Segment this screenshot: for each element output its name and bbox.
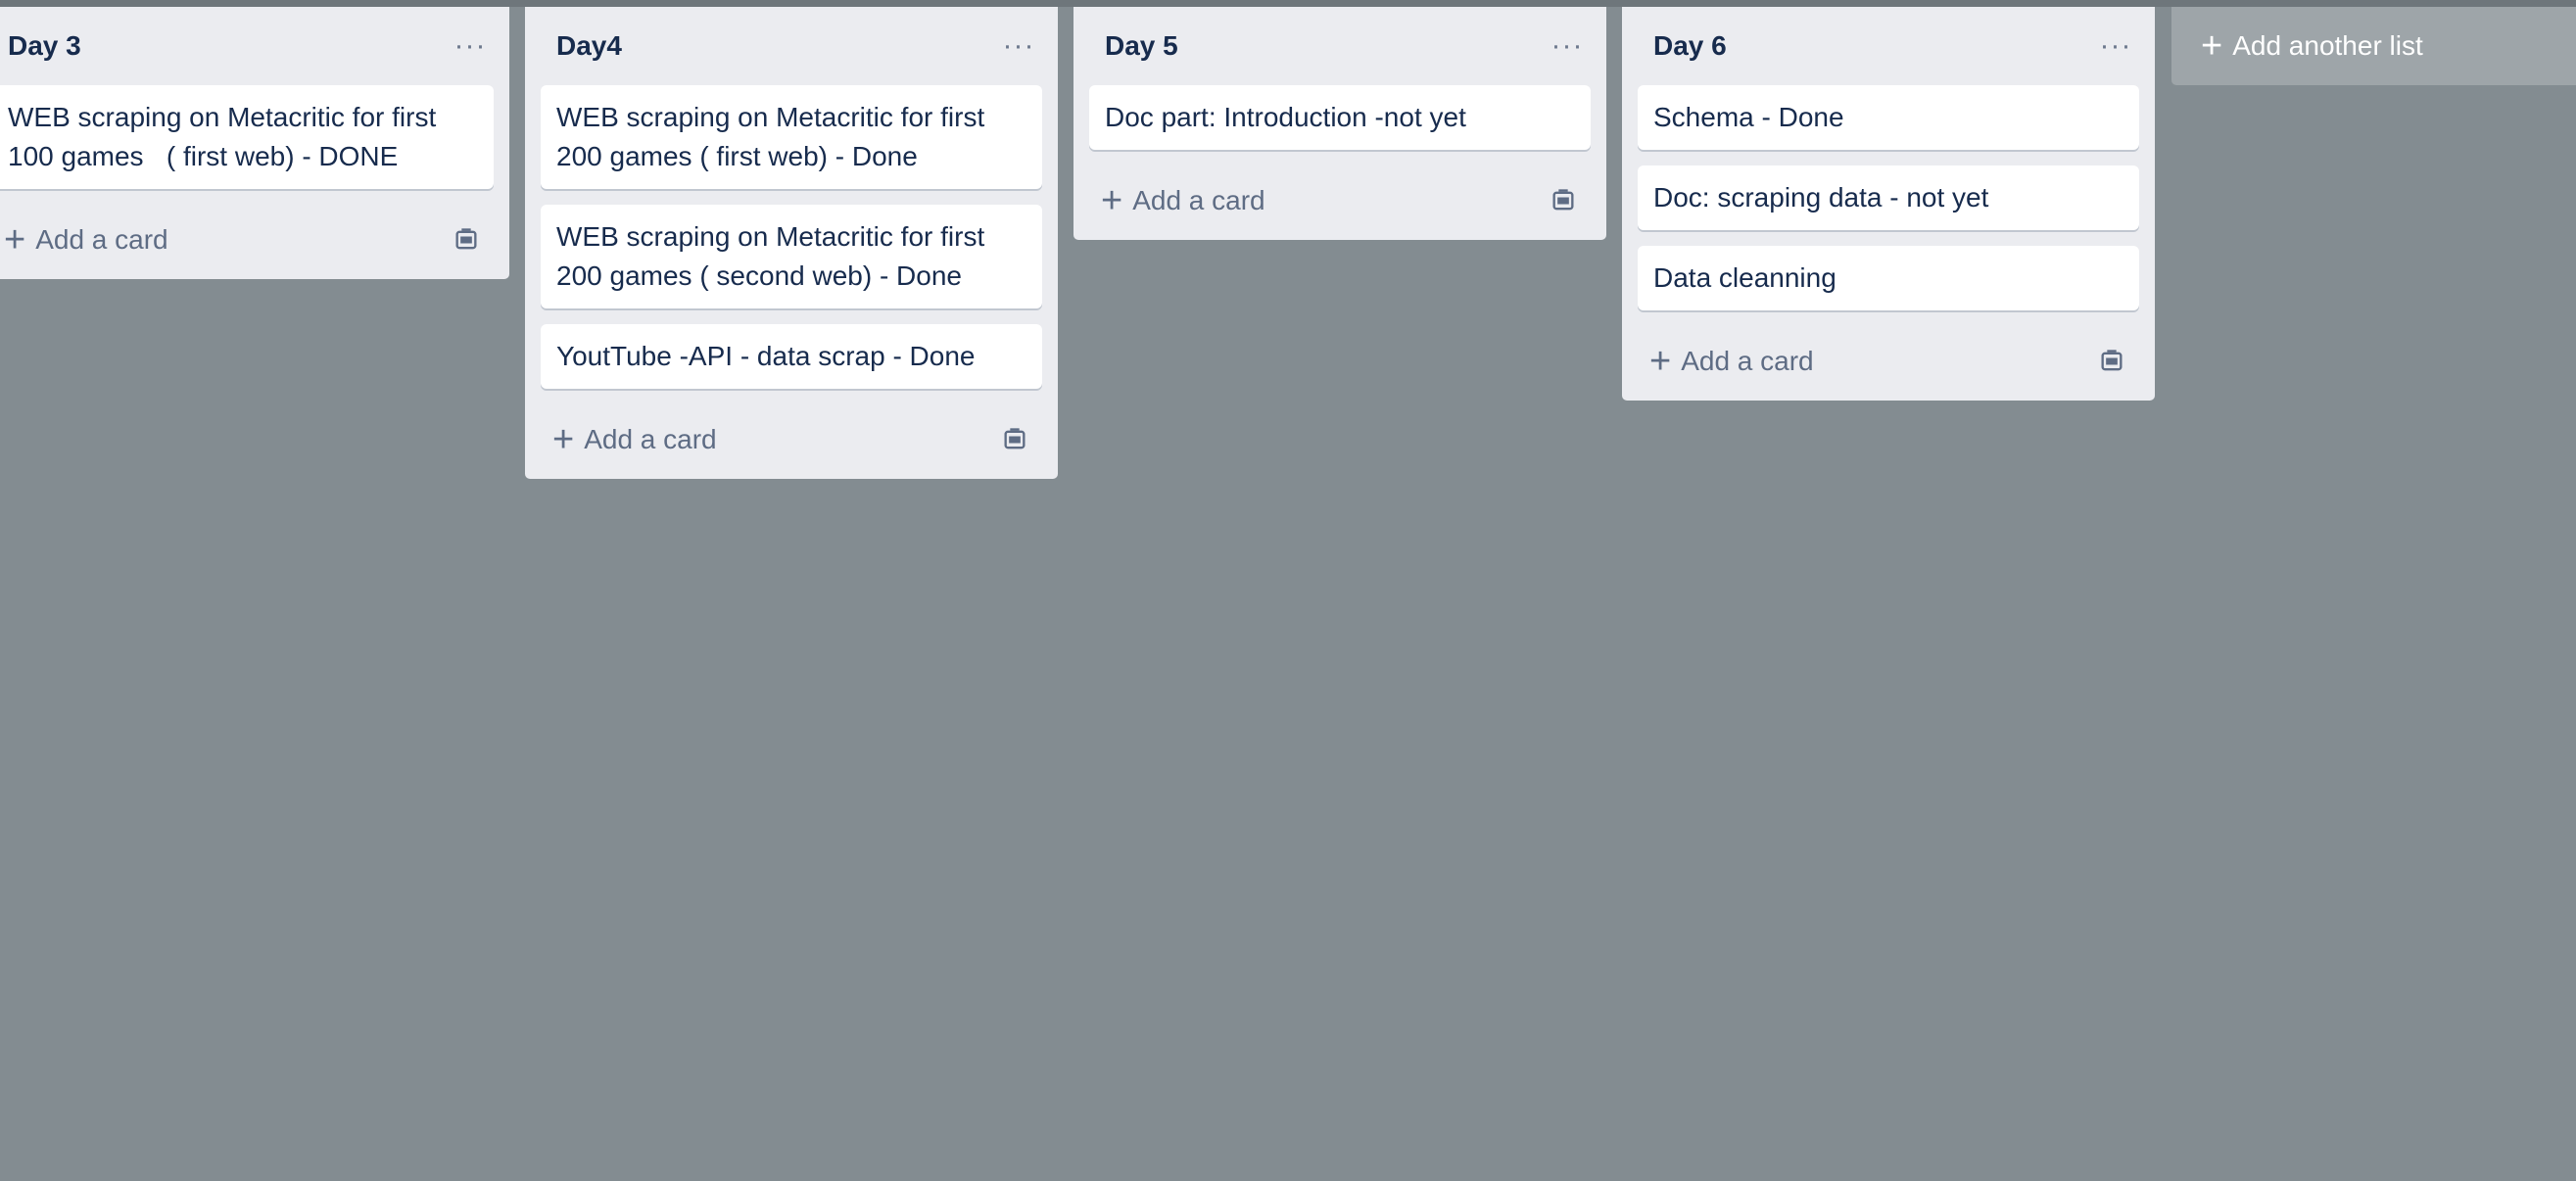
card[interactable]: Doc: scraping data - not yet [1638,165,2139,230]
add-another-list-label: Add another list [2232,30,2423,61]
card[interactable]: WEB scraping on Metacritic for first 100… [0,85,494,189]
plus-icon: + [1649,341,1672,382]
list-footer: + Add a card [1089,162,1591,240]
add-card-button[interactable]: + Add a card [1101,182,1265,219]
list-day-3: Day 3 ··· WEB scraping on Metacritic for… [0,7,509,279]
list-title[interactable]: Day 6 [1653,30,1727,62]
plus-icon: + [2201,25,2223,67]
list-day-6: Day 6 ··· Schema - Done Doc: scraping da… [1622,7,2155,401]
board: Day 3 ··· WEB scraping on Metacritic for… [0,0,2576,1181]
add-card-button[interactable]: + Add a card [1649,343,1814,380]
ellipsis-icon[interactable]: ··· [995,23,1042,70]
card[interactable]: WEB scraping on Metacritic for first 200… [541,205,1042,308]
plus-icon: + [552,419,575,460]
add-card-label: Add a card [1681,346,1814,376]
add-another-list-button[interactable]: + Add another list [2171,7,2576,85]
card[interactable]: WEB scraping on Metacritic for first 200… [541,85,1042,189]
add-card-label: Add a card [1132,185,1265,215]
add-card-button[interactable]: + Add a card [4,221,168,259]
card-template-icon[interactable] [453,226,480,254]
list-header[interactable]: Day 5 ··· [1089,7,1591,85]
add-card-label: Add a card [35,224,168,255]
list-day-4: Day4 ··· WEB scraping on Metacritic for … [525,7,1058,479]
card[interactable]: YoutTube -API - data scrap - Done [541,324,1042,389]
list-footer: + Add a card [0,201,494,279]
list-footer: + Add a card [541,401,1042,479]
ellipsis-icon[interactable]: ··· [1544,23,1591,70]
card-template-icon[interactable] [1550,187,1577,214]
list-title[interactable]: Day 3 [8,30,81,62]
card[interactable]: Data cleanning [1638,246,2139,310]
card[interactable]: Schema - Done [1638,85,2139,150]
add-card-label: Add a card [584,424,717,454]
add-card-button[interactable]: + Add a card [552,421,717,458]
list-title[interactable]: Day4 [556,30,622,62]
plus-icon: + [1101,180,1123,221]
ellipsis-icon[interactable]: ··· [2092,23,2139,70]
list-footer: + Add a card [1638,322,2139,401]
list-header[interactable]: Day 3 ··· [0,7,494,85]
list-header[interactable]: Day 6 ··· [1638,7,2139,85]
list-header[interactable]: Day4 ··· [541,7,1042,85]
card-template-icon[interactable] [1001,426,1028,453]
card[interactable]: Doc part: Introduction -not yet [1089,85,1591,150]
list-title[interactable]: Day 5 [1105,30,1178,62]
ellipsis-icon[interactable]: ··· [447,23,494,70]
card-template-icon[interactable] [2098,348,2125,375]
plus-icon: + [4,219,26,260]
list-day-5: Day 5 ··· Doc part: Introduction -not ye… [1073,7,1606,240]
